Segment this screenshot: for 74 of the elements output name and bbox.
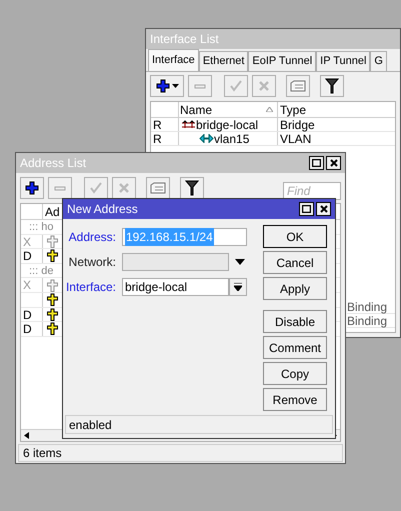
type-cell-text: VLAN	[279, 132, 312, 145]
flag-cell: X	[23, 234, 32, 249]
close-icon	[320, 205, 328, 213]
column-header[interactable]: Type	[278, 102, 395, 117]
dialog-button[interactable]: Cancel	[263, 251, 327, 274]
name-cell: vlan15	[214, 132, 250, 146]
tab[interactable]: Ethernet	[198, 51, 248, 71]
dialog-button[interactable]: Apply	[263, 277, 327, 300]
filter-icon	[185, 180, 199, 196]
dialog-button[interactable]: Disable	[263, 310, 327, 333]
close-button[interactable]	[316, 202, 331, 216]
maximize-button[interactable]	[309, 156, 324, 170]
window-title: New Address	[67, 201, 139, 218]
maximize-button[interactable]	[299, 202, 314, 216]
comment-text: ::: ho	[28, 220, 54, 234]
maximize-icon	[302, 205, 311, 213]
dropdown-button[interactable]	[229, 278, 247, 296]
column-header[interactable]: Ad	[45, 202, 60, 220]
interface-select[interactable]: bridge-local	[122, 278, 229, 296]
maximize-icon	[312, 159, 321, 167]
dialog-button[interactable]: Remove	[263, 388, 327, 411]
cross-button[interactable]	[112, 177, 136, 199]
flag-cell: D	[23, 249, 32, 264]
note-button[interactable]	[146, 177, 170, 199]
status-text: 6 items	[23, 445, 62, 462]
sort-arrow-icon	[266, 107, 273, 112]
field-label: Address:	[68, 228, 116, 246]
comment-text: ::: de	[28, 264, 54, 278]
flag-cell: D	[23, 308, 32, 322]
window-title: Interface List	[150, 31, 220, 48]
field-label: Interface:	[64, 278, 116, 296]
dialog-button[interactable]: Copy	[263, 362, 327, 385]
flag-cell: R	[153, 118, 162, 132]
dropdown-arrow-icon	[235, 258, 245, 264]
double-arrow-icon	[199, 134, 214, 143]
find-field[interactable]: Find	[283, 182, 341, 200]
check-button[interactable]	[224, 75, 248, 97]
status-text: enabled	[69, 416, 112, 434]
add-button[interactable]	[150, 75, 184, 97]
filter-button[interactable]	[180, 177, 204, 199]
dialog-button[interactable]: OK	[263, 225, 327, 248]
close-icon	[330, 159, 338, 167]
note-icon	[150, 182, 166, 194]
left-arrow-icon	[24, 432, 29, 439]
list-arrow-icon	[234, 282, 242, 290]
check-icon	[229, 79, 243, 93]
tab[interactable]: Interface	[148, 49, 199, 71]
cross-icon	[257, 79, 271, 93]
window-title: Address List	[20, 155, 88, 172]
column-header[interactable]: Name	[180, 100, 266, 118]
table-cell: Binding	[347, 300, 388, 314]
tab[interactable]: IP Tunnel	[316, 51, 370, 71]
filter-button[interactable]	[320, 75, 344, 97]
close-button[interactable]	[326, 156, 341, 170]
note-icon	[290, 80, 306, 92]
plus-icon	[156, 79, 170, 93]
caret-icon	[172, 84, 178, 88]
plus-icon	[25, 181, 39, 195]
add-button[interactable]	[20, 177, 44, 199]
tab[interactable]: G	[370, 51, 387, 71]
type-cell-text: Bridge	[279, 118, 316, 131]
filter-icon	[325, 78, 339, 94]
cross-icon	[117, 181, 131, 195]
field-label: Network:	[68, 254, 116, 270]
check-icon	[89, 181, 103, 195]
name-cell: bridge-local	[196, 118, 258, 132]
check-button[interactable]	[84, 177, 108, 199]
bridge-icon	[181, 120, 196, 129]
flag-cell: R	[153, 132, 162, 146]
tab[interactable]: EoIP Tunnel	[248, 51, 316, 71]
dialog-button[interactable]: Comment	[263, 336, 327, 359]
flag-cell: D	[23, 322, 32, 336]
table-cell: Binding	[347, 314, 388, 328]
flag-cell: X	[23, 278, 32, 292]
